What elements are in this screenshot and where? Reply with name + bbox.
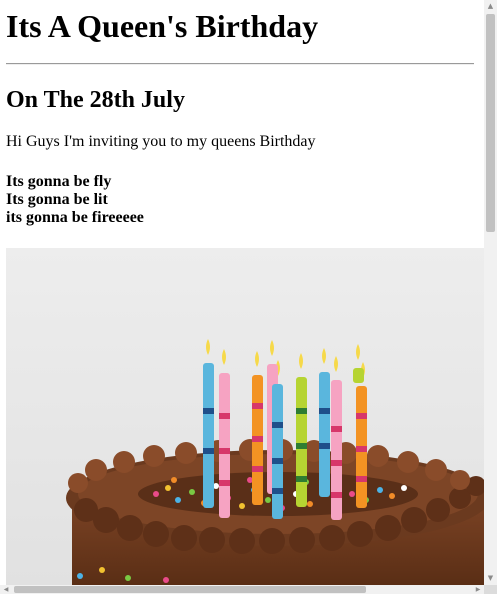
intro-text: Hi Guys I'm inviting you to my queens Bi… xyxy=(6,133,316,150)
hype-line-3: its gonna be fireeeee xyxy=(6,209,144,226)
scroll-right-icon[interactable]: ▶ xyxy=(472,585,484,594)
scroll-left-icon[interactable]: ◀ xyxy=(0,585,12,594)
birthday-cake-image xyxy=(6,248,484,585)
scrollbar-corner xyxy=(484,585,497,594)
hype-lines: Its gonna be fly Its gonna be lit its go… xyxy=(6,173,144,227)
horizontal-scroll-thumb[interactable] xyxy=(14,586,366,593)
page-title: Its A Queen's Birthday xyxy=(6,8,319,44)
hype-line-1: Its gonna be fly xyxy=(6,173,112,190)
scroll-up-icon[interactable]: ▲ xyxy=(484,0,497,13)
page-content: Its A Queen's Birthday On The 28th July … xyxy=(0,0,484,585)
horizontal-rule xyxy=(6,63,474,65)
scroll-down-icon[interactable]: ▼ xyxy=(484,572,497,585)
hype-line-2: Its gonna be lit xyxy=(6,191,108,208)
date-heading: On The 28th July xyxy=(6,87,185,113)
vertical-scroll-thumb[interactable] xyxy=(486,14,495,232)
horizontal-scrollbar[interactable]: ◀ ▶ xyxy=(0,585,484,594)
vertical-scrollbar[interactable]: ▲ ▼ xyxy=(484,0,497,585)
cake-illustration xyxy=(6,248,484,585)
